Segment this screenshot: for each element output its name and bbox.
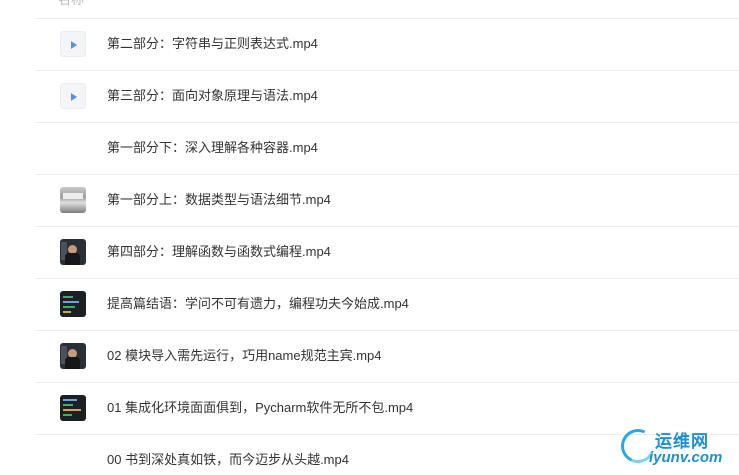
video-thumbnail <box>60 343 86 369</box>
video-thumbnail <box>60 187 86 213</box>
file-name[interactable]: 02 模块导入需先运行，巧用name规范主宾.mp4 <box>107 348 382 364</box>
video-thumbnail <box>60 291 86 317</box>
video-thumbnail <box>60 395 86 421</box>
watermark-en: iyunv.com <box>649 449 723 466</box>
site-watermark: 运维网 iyunv.com <box>616 424 731 471</box>
file-name[interactable]: 00 书到深处真如铁，而今迈步从头越.mp4 <box>107 452 349 468</box>
file-row[interactable]: 第四部分：理解函数与函数式编程.mp4 <box>35 226 739 278</box>
file-row[interactable]: 提高篇结语：学问不可有遗力，编程功夫今始成.mp4 <box>35 278 739 330</box>
column-header-name[interactable]: 名称 <box>58 0 84 8</box>
file-row[interactable]: 02 模块导入需先运行，巧用name规范主宾.mp4 <box>35 330 739 382</box>
play-icon <box>71 41 77 49</box>
file-row[interactable]: 第二部分：字符串与正则表达式.mp4 <box>35 18 739 70</box>
video-file-icon <box>60 83 86 109</box>
video-thumbnail <box>60 135 86 161</box>
file-row[interactable]: 第三部分：面向对象原理与语法.mp4 <box>35 70 739 122</box>
file-name[interactable]: 01 集成化环境面面俱到，Pycharm软件无所不包.mp4 <box>107 400 413 416</box>
video-thumbnail <box>60 447 86 473</box>
video-file-icon <box>60 31 86 57</box>
file-list: 第二部分：字符串与正则表达式.mp4 第三部分：面向对象原理与语法.mp4 第一… <box>0 18 739 475</box>
file-name[interactable]: 第二部分：字符串与正则表达式.mp4 <box>107 36 318 52</box>
file-name[interactable]: 第一部分下：深入理解各种容器.mp4 <box>107 140 318 156</box>
file-row[interactable]: 第一部分下：深入理解各种容器.mp4 <box>35 122 739 174</box>
file-list-page: 名称 第二部分：字符串与正则表达式.mp4 第三部分：面向对象原理与语法.mp4… <box>0 0 739 475</box>
file-name[interactable]: 提高篇结语：学问不可有遗力，编程功夫今始成.mp4 <box>107 296 409 312</box>
file-name[interactable]: 第三部分：面向对象原理与语法.mp4 <box>107 88 318 104</box>
file-name[interactable]: 第一部分上：数据类型与语法细节.mp4 <box>107 192 331 208</box>
play-icon <box>71 93 77 101</box>
video-thumbnail <box>60 239 86 265</box>
file-name[interactable]: 第四部分：理解函数与函数式编程.mp4 <box>107 244 331 260</box>
file-row[interactable]: 第一部分上：数据类型与语法细节.mp4 <box>35 174 739 226</box>
